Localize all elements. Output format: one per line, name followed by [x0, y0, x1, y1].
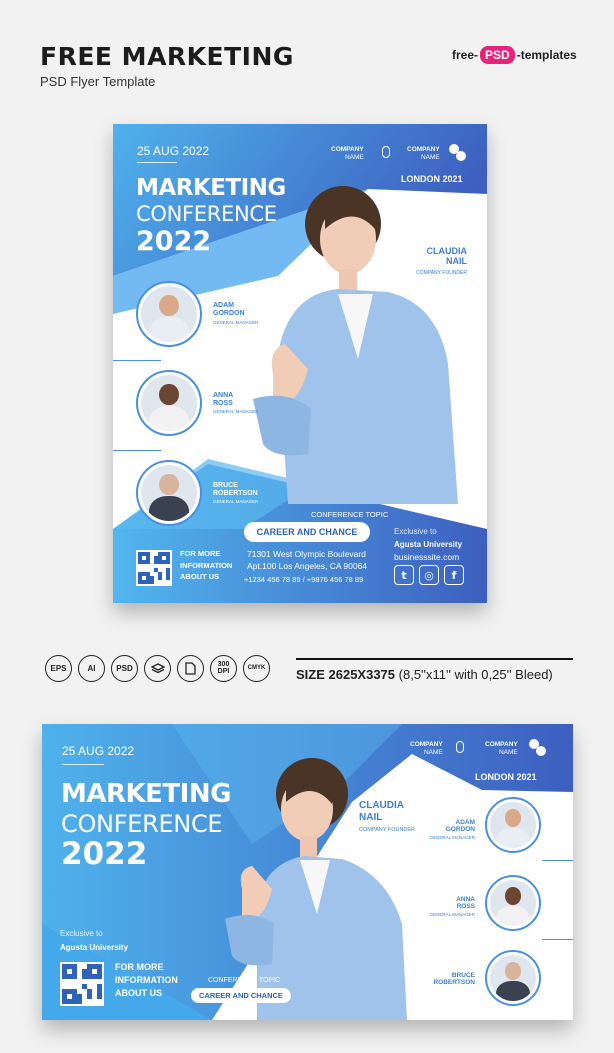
qr-code-2-icon	[62, 964, 102, 1004]
company-logo-4: COMPANY NAME	[485, 741, 518, 757]
company-4-icon-b	[536, 746, 546, 756]
company-logo-1: COMPANY NAME	[331, 146, 364, 162]
cmyk-badge: CMYK	[243, 655, 270, 682]
logo-left: free-	[452, 48, 479, 62]
speaker-role-5: GENERAL MANAGER	[429, 912, 475, 917]
speaker-name-6: BRUCE ROBERTSON	[433, 972, 475, 987]
topic-label-2: CONFERENCE TOPIC	[208, 977, 281, 984]
flyer-landscape: 25 AUG 2022 MARKETING CONFERENCE 2022 CO…	[42, 724, 573, 1020]
headline-marketing-2: MARKETING	[61, 779, 231, 809]
company-3-icon	[456, 741, 464, 753]
speaker-name-3: BRUCE ROBERTSON	[213, 482, 258, 498]
psd-badge: PSD	[111, 655, 138, 682]
layers-icon	[144, 655, 171, 682]
speaker-avatar-2	[136, 370, 202, 436]
headline-conference: CONFERENCE	[136, 202, 277, 226]
page-title: FREE MARKETING	[40, 42, 294, 71]
qr-code-icon	[138, 552, 170, 584]
speaker-role-3: GENERAL MANAGER	[213, 499, 259, 504]
headline-year-2: 2022	[61, 836, 148, 872]
university-name-2: Agusta University	[60, 943, 129, 952]
speaker-role-4: GENERAL MANAGER	[429, 835, 475, 840]
dpi-badge: 300 DPI	[210, 655, 237, 682]
qr-code-2[interactable]	[60, 962, 104, 1006]
speaker-avatar-3	[136, 460, 202, 526]
company-logo-3: COMPANY NAME	[410, 741, 443, 757]
speaker-role-2: GENERAL MANAGER	[213, 409, 259, 414]
more-info-text: FOR MORE INFORMATION ABOUT US	[180, 549, 233, 582]
speaker-divider-2	[113, 450, 161, 451]
more-info-text-2: FOR MORE INFORMATION ABOUT US	[115, 962, 178, 999]
qr-code[interactable]	[136, 550, 172, 586]
page-subtitle: PSD Flyer Template	[40, 74, 156, 89]
headline-year: 2022	[136, 226, 212, 257]
speaker-name-4: ADAM GORDON	[445, 819, 475, 834]
featured-speaker-role: COMPANY FOUNDER	[416, 270, 467, 276]
topic-pill[interactable]: CAREER AND CHANCE	[244, 522, 370, 542]
ai-badge: AI	[78, 655, 105, 682]
exclusive-label-2: Exclusive to	[60, 929, 103, 938]
speaker-divider-4	[542, 860, 573, 861]
headline-marketing: MARKETING	[136, 175, 286, 201]
topic-label: CONFERENCE TOPIC	[311, 510, 389, 519]
eps-badge: EPS	[45, 655, 72, 682]
date-divider	[137, 162, 177, 163]
speaker-name-5: ANNA ROSS	[456, 896, 475, 911]
event-city: LONDON 2021	[401, 174, 463, 184]
speaker-divider-1	[113, 360, 161, 361]
date-divider-2	[62, 764, 104, 765]
featured-speaker-role-2: COMPANY FOUNDER	[359, 827, 416, 833]
size-info: SIZE 2625X3375 (8,5''x11'' with 0,25'' B…	[296, 667, 553, 682]
featured-speaker-name: CLAUDIA NAIL	[426, 246, 468, 267]
speaker-name-1: ADAM GORDON	[213, 302, 245, 318]
website[interactable]: businesssite.com	[394, 552, 459, 562]
logo-psd: PSD	[480, 46, 515, 64]
size-divider	[296, 658, 573, 660]
speaker-name-2: ANNA ROSS	[213, 392, 234, 408]
featured-speaker-name-2: CLAUDIA NAIL	[359, 800, 404, 823]
brand-logo[interactable]: free- PSD -templates	[452, 46, 577, 64]
address-block: 71301 West Olympic Boulevard Apt.100 Los …	[247, 549, 368, 572]
event-date-2: 25 AUG 2022	[62, 744, 135, 758]
exclusive-label: Exclusive to	[394, 527, 437, 536]
topic-pill-2[interactable]: CAREER AND CHANCE	[191, 988, 291, 1003]
speaker-avatar-4	[485, 797, 541, 853]
speaker-role-1: GENERAL MANAGER	[213, 320, 259, 325]
phone-numbers: +1234 456 78 89 / +9876 456 78 89	[244, 575, 364, 584]
facebook-icon[interactable]: f	[444, 565, 464, 585]
headline-conference-2: CONFERENCE	[61, 810, 223, 838]
speaker-avatar-5	[485, 875, 541, 931]
flyer-portrait: 25 AUG 2022 MARKETING CONFERENCE 2022 CO…	[113, 124, 487, 603]
event-date: 25 AUG 2022	[137, 144, 210, 158]
speaker-avatar-1	[136, 281, 202, 347]
company-2-icon-b	[456, 151, 466, 161]
logo-right: -templates	[516, 48, 577, 62]
speaker-avatar-6	[485, 950, 541, 1006]
university-name: Agusta University	[394, 540, 463, 549]
file-icon	[177, 655, 204, 682]
company-logo-2: COMPANY NAME	[407, 146, 440, 162]
instagram-icon[interactable]: ◎	[419, 565, 439, 585]
twitter-icon[interactable]: t	[394, 565, 414, 585]
event-city-2: LONDON 2021	[475, 772, 537, 782]
company-1-icon	[382, 146, 390, 158]
speaker-divider-5	[542, 939, 573, 940]
